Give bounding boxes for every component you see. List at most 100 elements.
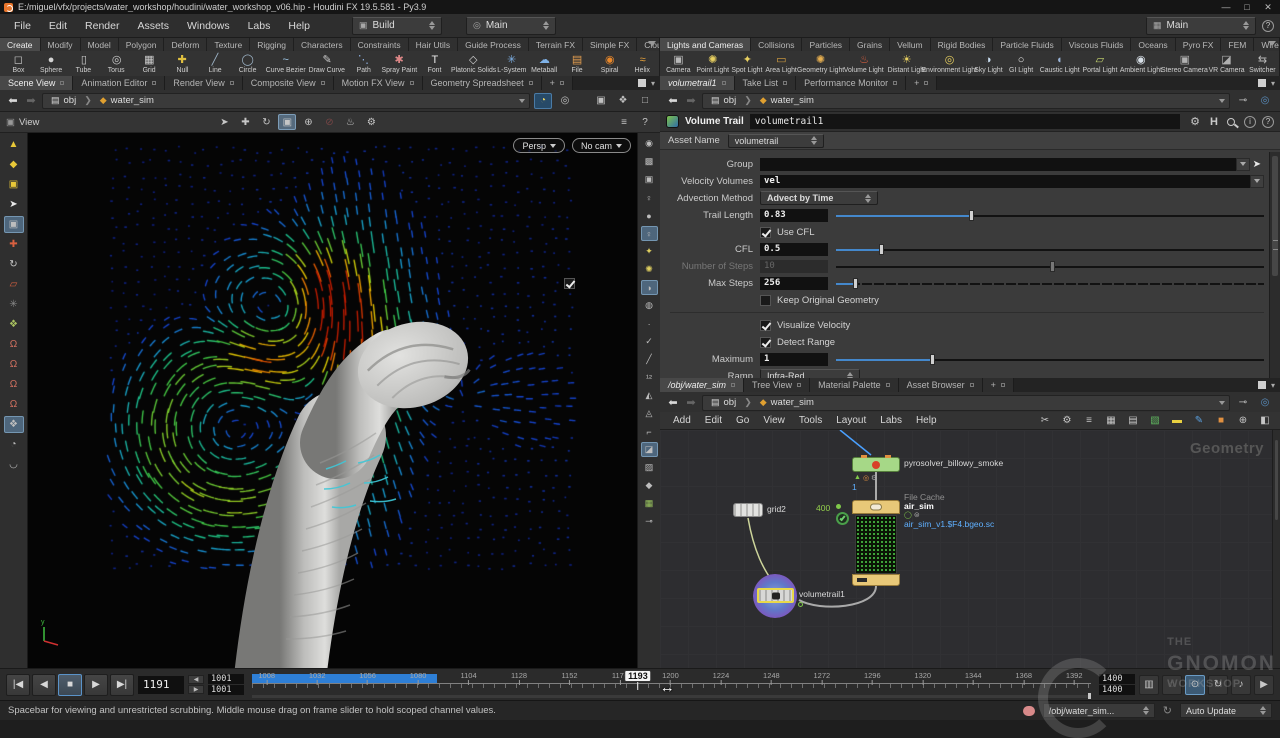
tool-spot-light[interactable]: ✦ Spot Light bbox=[730, 51, 764, 76]
prim-normals-icon[interactable]: ◭ bbox=[641, 388, 658, 403]
main-selector[interactable]: ◎ Main bbox=[466, 17, 556, 35]
shelf-overflow-icon[interactable] bbox=[1268, 41, 1276, 46]
path-root-chip[interactable]: ▤obj bbox=[707, 95, 740, 106]
forward-arrow-icon[interactable]: ➡ bbox=[684, 396, 698, 409]
pane-tab[interactable]: Animation Editor bbox=[73, 76, 165, 90]
menu-item[interactable]: Help bbox=[280, 17, 318, 35]
shelf-tab[interactable]: Modify bbox=[41, 38, 81, 51]
info-icon[interactable]: i bbox=[1244, 116, 1256, 128]
menu-item[interactable]: Labs bbox=[240, 17, 279, 35]
prev-frame-button[interactable]: ◀ bbox=[188, 675, 204, 684]
gear-menu-icon[interactable]: ⚙ bbox=[1190, 115, 1200, 128]
node-volumetrail[interactable] bbox=[757, 588, 794, 603]
global-start-input[interactable]: 1001 bbox=[208, 685, 244, 695]
tab-menu-dot[interactable] bbox=[230, 81, 234, 85]
pane-tab[interactable]: volumetrail1 bbox=[660, 76, 735, 90]
pane-tab[interactable]: Render View bbox=[165, 76, 242, 90]
shelf-tab[interactable]: Collisions bbox=[751, 38, 802, 51]
shelf-tab[interactable]: Polygon bbox=[119, 38, 165, 51]
character-pick-icon[interactable]: ❖ bbox=[4, 316, 24, 333]
hide-others-icon[interactable]: ◉ bbox=[641, 136, 658, 151]
tab-menu-dot[interactable] bbox=[970, 383, 974, 387]
shelf-tab[interactable]: Hair Utils bbox=[409, 38, 458, 51]
tab-menu-dot[interactable] bbox=[529, 81, 533, 85]
playback-options-icon[interactable]: ▶ bbox=[1254, 675, 1274, 695]
dropdown-icon[interactable] bbox=[1236, 158, 1250, 171]
tool-null[interactable]: ✚ Null bbox=[166, 51, 199, 76]
network-editor[interactable]: Geometry pyrosolver_billowy_smoke ▲◎⚙ 1 … bbox=[660, 430, 1280, 668]
node-pyrosolver[interactable] bbox=[852, 457, 900, 472]
tool-geometry-light[interactable]: ✺ Geometry Light bbox=[798, 51, 842, 76]
display-options-icon[interactable]: ⚙ bbox=[362, 114, 380, 130]
node-name-input[interactable]: volumetrail1 bbox=[750, 114, 1180, 129]
perspective-selector[interactable]: Persp bbox=[513, 138, 565, 153]
obj-toggle-icon[interactable]: ▣ bbox=[4, 176, 24, 193]
play-reverse-button[interactable]: ◀ bbox=[32, 674, 56, 696]
transform-handle-icon[interactable]: ✚ bbox=[236, 114, 254, 130]
pane-tab[interactable]: Asset Browser bbox=[899, 378, 983, 392]
shelf-tab[interactable]: Lights and Cameras bbox=[660, 38, 751, 51]
pane-tab[interactable]: + bbox=[542, 76, 573, 90]
hq-light-icon[interactable]: ✺ bbox=[641, 262, 658, 277]
corner-icon[interactable]: ⌐ bbox=[641, 424, 658, 439]
flipbook-icon[interactable]: ▥ bbox=[1139, 675, 1159, 695]
spinner[interactable] bbox=[429, 21, 435, 30]
param-scrollbar[interactable] bbox=[1269, 152, 1280, 378]
tool-line[interactable]: ╱ Line bbox=[199, 51, 232, 76]
rotate-handle-icon[interactable]: ↻ bbox=[4, 256, 24, 273]
group-input[interactable] bbox=[760, 158, 1236, 171]
wire-over-icon[interactable]: ◍ bbox=[641, 298, 658, 313]
shelf-tab[interactable]: Characters bbox=[294, 38, 351, 51]
back-arrow-icon[interactable]: ⬅ bbox=[666, 396, 680, 409]
tool-ambient-light[interactable]: ◉ Ambient Light bbox=[1119, 51, 1163, 76]
multi-tile-icon[interactable]: ◆ bbox=[641, 478, 658, 493]
next-frame-button[interactable]: ▶ bbox=[188, 685, 204, 694]
tool-spiral[interactable]: ◉ Spiral bbox=[593, 51, 626, 76]
tab-menu-dot[interactable] bbox=[722, 81, 726, 85]
trail-length-input[interactable]: 0.83 bbox=[760, 209, 828, 222]
menu-item[interactable]: Render bbox=[77, 17, 127, 35]
node-label[interactable]: air_sim bbox=[904, 501, 934, 511]
jump-start-button[interactable]: |◀ bbox=[6, 674, 30, 696]
network-menu-item[interactable]: Go bbox=[729, 414, 756, 427]
tab-menu-dot[interactable] bbox=[410, 81, 414, 85]
update-mode-selector[interactable]: Auto Update bbox=[1180, 703, 1272, 718]
tab-menu-dot[interactable] bbox=[560, 81, 564, 85]
node-filecache-header[interactable] bbox=[852, 500, 900, 514]
minimize-button[interactable]: — bbox=[1218, 2, 1234, 12]
select-arrow-icon[interactable]: ➤ bbox=[4, 196, 24, 213]
pane-tab[interactable]: + bbox=[983, 378, 1014, 392]
shade-mode-icon[interactable]: ◡ bbox=[4, 456, 24, 473]
dropdown-icon[interactable] bbox=[1250, 175, 1264, 188]
net-notes-icon[interactable]: ▬ bbox=[1168, 413, 1186, 429]
help-circle-icon[interactable]: ? bbox=[1262, 20, 1274, 32]
cfl-input[interactable]: 0.5 bbox=[760, 243, 828, 256]
tool-platonic-solids[interactable]: ◇ Platonic Solids bbox=[451, 51, 495, 76]
tab-menu-dot[interactable] bbox=[893, 81, 897, 85]
detect-range-checkbox[interactable] bbox=[760, 337, 771, 348]
normal-light-icon[interactable]: ✦ bbox=[641, 244, 658, 259]
zoom-box-icon[interactable]: ⊕ bbox=[299, 114, 317, 130]
display-lock-icon[interactable]: ▣ bbox=[641, 172, 658, 187]
loop-mode-icon[interactable]: ↻ bbox=[1208, 675, 1228, 695]
timeline[interactable]: 1008103210561080110411281152117612001224… bbox=[252, 671, 1091, 699]
number-of-steps-slider[interactable] bbox=[836, 260, 1264, 273]
points-display-icon[interactable]: ∙ bbox=[641, 316, 658, 331]
shelf-tab[interactable]: Particles bbox=[802, 38, 850, 51]
shelf-tab[interactable]: Oceans bbox=[1131, 38, 1175, 51]
global-end-input[interactable]: 1400 bbox=[1099, 685, 1135, 695]
instance-icon[interactable]: ⊸ bbox=[641, 514, 658, 529]
refresh-icon[interactable]: ↻ bbox=[1163, 704, 1172, 717]
node-grid2[interactable] bbox=[733, 503, 763, 517]
menu-item[interactable]: Windows bbox=[179, 17, 238, 35]
tab-menu-dot[interactable] bbox=[924, 81, 928, 85]
maximum-input[interactable]: 1 bbox=[760, 353, 828, 366]
tool-font[interactable]: T Font bbox=[418, 51, 451, 76]
velocity-volumes-input[interactable]: vel bbox=[760, 175, 1250, 188]
group-list-icon[interactable]: ▦ bbox=[641, 496, 658, 511]
shelf-tab[interactable]: Viscous Fluids bbox=[1062, 38, 1132, 51]
network-menu-item[interactable]: Help bbox=[909, 414, 944, 427]
maximize-pane-icon[interactable]: □ bbox=[636, 93, 654, 109]
tool-draw-curve[interactable]: ✎ Draw Curve bbox=[307, 51, 347, 76]
keep-original-geometry-checkbox[interactable] bbox=[760, 295, 771, 306]
